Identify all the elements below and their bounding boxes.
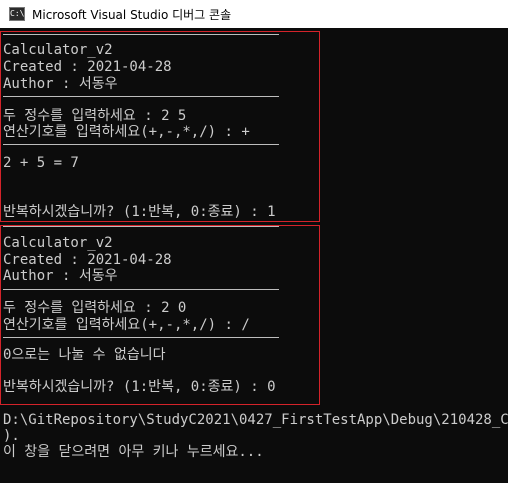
exit-path-line: D:\GitRepository\StudyC2021\0427_FirstTe… <box>3 412 508 428</box>
title-bar: C:\ Microsoft Visual Studio 디버그 콘솔 <box>0 0 508 28</box>
exit-path-continuation: ). <box>3 428 20 444</box>
highlight-box-second-run <box>0 225 320 405</box>
highlight-box-first-run <box>0 31 320 222</box>
window-title: Microsoft Visual Studio 디버그 콘솔 <box>32 7 232 22</box>
close-window-prompt: 이 창을 닫으려면 아무 키나 누르세요... <box>3 444 264 460</box>
console-app-icon: C:\ <box>9 7 25 21</box>
